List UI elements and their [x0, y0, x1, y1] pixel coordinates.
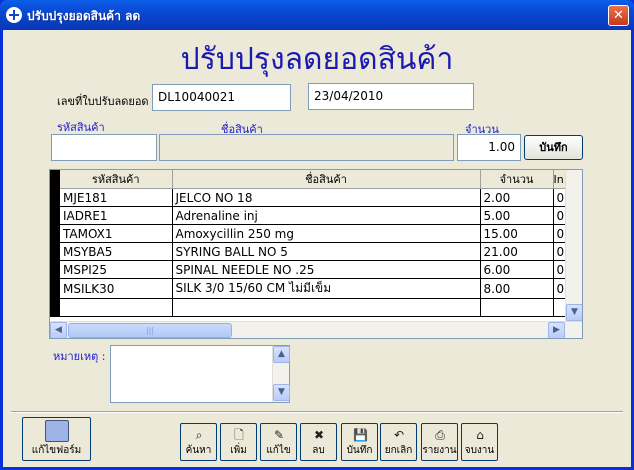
- cell-code[interactable]: IADRE1: [60, 206, 173, 225]
- header-row: รหัสสินค้า ชื่อสินค้า จำนวน In: [50, 170, 569, 189]
- toolbar-button-new-document[interactable]: 🗋 เพิ่ม: [220, 423, 257, 461]
- form-edit-icon: [45, 420, 69, 442]
- notes-label: หมายเหตุ :: [53, 350, 106, 363]
- floppy-disk-icon: 💾: [353, 428, 368, 442]
- quantity-input[interactable]: 1.00: [457, 134, 521, 161]
- toolbar-button-floppy-disk[interactable]: 💾 บันทึก: [341, 423, 378, 461]
- product-name-field: [159, 134, 454, 161]
- toolbar-button-exit-folder[interactable]: ⌂ จบงาน: [461, 423, 498, 461]
- row-selector-header: [50, 170, 60, 189]
- close-button[interactable]: ✕: [608, 5, 629, 26]
- horizontal-scrollbar[interactable]: ◀ ||| ▶: [50, 321, 582, 338]
- table-row[interactable]: IADRE1 Adrenaline inj 5.00 0: [50, 206, 569, 225]
- doc-number-field[interactable]: DL10040021: [152, 84, 291, 111]
- row-selector[interactable]: [50, 278, 60, 299]
- cell-code[interactable]: MJE181: [60, 188, 173, 207]
- toolbar-button-binoculars[interactable]: ⌕ ค้นหา: [180, 423, 217, 461]
- cell-name[interactable]: Adrenaline inj: [172, 206, 481, 225]
- product-code-input[interactable]: [51, 134, 157, 161]
- cell-qty[interactable]: 21.00: [480, 242, 554, 261]
- table-row[interactable]: MSPI25 SPINAL NEEDLE NO .25 6.00 0: [50, 260, 569, 279]
- title-bar[interactable]: ปรับปรุงยอดสินค้า ลด ✕: [0, 0, 634, 30]
- toolbar-button-undo[interactable]: ↶ ยกเลิก: [380, 423, 417, 461]
- notes-textarea[interactable]: ▲ ▼: [110, 345, 290, 403]
- cell-name[interactable]: SPINAL NEEDLE NO .25: [172, 260, 481, 279]
- col-header-code[interactable]: รหัสสินค้า: [60, 170, 173, 189]
- new-document-icon: 🗋: [234, 428, 244, 442]
- row-selector[interactable]: [50, 188, 60, 207]
- toolbar-label: บันทึก: [346, 445, 373, 456]
- table-row[interactable]: MJE181 JELCO NO 18 2.00 0: [50, 188, 569, 207]
- cell-qty[interactable]: 8.00: [480, 278, 554, 299]
- notes-scroll-down-icon[interactable]: ▼: [273, 384, 290, 401]
- cell-name[interactable]: JELCO NO 18: [172, 188, 481, 207]
- table-row[interactable]: TAMOX1 Amoxycillin 250 mg 15.00 0: [50, 224, 569, 243]
- row-selector[interactable]: [50, 242, 60, 261]
- cell-code[interactable]: MSYBA5: [60, 242, 173, 261]
- delete-icon: ✖: [313, 428, 325, 442]
- exit-folder-icon: ⌂: [476, 428, 484, 442]
- scroll-right-icon[interactable]: ▶: [548, 322, 565, 338]
- cell-code[interactable]: [60, 298, 173, 317]
- toolbar-label: ยกเลิก: [384, 445, 413, 456]
- cell-qty[interactable]: 2.00: [480, 188, 554, 207]
- toolbar-button-delete[interactable]: ✖ ลบ: [300, 423, 337, 461]
- table-row[interactable]: MSILK30 SILK 3/0 15/60 CM ไม่มีเข็ม 8.00 0: [50, 278, 569, 299]
- cell-name[interactable]: [172, 298, 481, 317]
- toolbar-button-edit[interactable]: ✎ แก้ไข: [260, 423, 297, 461]
- cell-qty[interactable]: 15.00: [480, 224, 554, 243]
- undo-icon: ↶: [393, 428, 405, 442]
- col-header-qty[interactable]: จำนวน: [480, 170, 554, 189]
- printer-icon: ⎙: [435, 428, 445, 442]
- doc-date-field[interactable]: 23/04/2010: [308, 83, 474, 110]
- save-line-button[interactable]: บันทึก: [524, 135, 583, 160]
- notes-scroll-up-icon[interactable]: ▲: [273, 346, 290, 363]
- edit-icon: ✎: [273, 428, 285, 442]
- edit-form-button[interactable]: แก้ไขฟอร์ม: [22, 417, 91, 461]
- toolbar-label: เพิ่ม: [230, 445, 247, 456]
- table-row[interactable]: MSYBA5 SYRING BALL NO 5 21.00 0: [50, 242, 569, 261]
- toolbar-label: ค้นหา: [185, 445, 212, 456]
- scroll-thumb[interactable]: |||: [68, 323, 232, 338]
- toolbar-label: ลบ: [312, 445, 325, 456]
- toolbar-label: รายงาน: [422, 445, 457, 456]
- binoculars-icon: ⌕: [195, 428, 203, 442]
- cell-qty[interactable]: [480, 298, 554, 317]
- row-selector[interactable]: [50, 224, 60, 243]
- doc-number-label: เลขที่ใบปรับลดยอด: [57, 95, 149, 108]
- row-selector[interactable]: [50, 298, 60, 317]
- separator: [11, 411, 623, 413]
- cell-qty[interactable]: 5.00: [480, 206, 554, 225]
- toolbar-label: แก้ไข: [266, 445, 291, 456]
- table-row[interactable]: [50, 298, 569, 317]
- cell-qty[interactable]: 6.00: [480, 260, 554, 279]
- col-header-name[interactable]: ชื่อสินค้า: [172, 170, 481, 189]
- scroll-left-icon[interactable]: ◀: [50, 322, 67, 338]
- notes-scrollbar[interactable]: ▲ ▼: [272, 346, 290, 402]
- toolbar-button-printer[interactable]: ⎙ รายงาน: [421, 423, 458, 461]
- row-selector[interactable]: [50, 206, 60, 225]
- scroll-down-icon[interactable]: ▼: [566, 304, 582, 321]
- form-body: ปรับปรุงลดยอดสินค้า เลขที่ใบปรับลดยอด DL…: [3, 30, 631, 467]
- items-grid[interactable]: รหัสสินค้า ชื่อสินค้า จำนวน In MJE181 JE…: [49, 169, 583, 339]
- plus-icon: [6, 7, 22, 23]
- window-title: ปรับปรุงยอดสินค้า ลด: [27, 9, 141, 23]
- page-title: ปรับปรุงลดยอดสินค้า: [180, 42, 454, 77]
- vertical-scrollbar[interactable]: ▼: [565, 170, 582, 322]
- cell-name[interactable]: SYRING BALL NO 5: [172, 242, 481, 261]
- items-table: รหัสสินค้า ชื่อสินค้า จำนวน In MJE181 JE…: [50, 170, 569, 317]
- cell-code[interactable]: MSILK30: [60, 278, 173, 299]
- row-selector[interactable]: [50, 260, 60, 279]
- cell-name[interactable]: SILK 3/0 15/60 CM ไม่มีเข็ม: [172, 278, 481, 299]
- cell-name[interactable]: Amoxycillin 250 mg: [172, 224, 481, 243]
- toolbar-label: จบงาน: [464, 445, 495, 456]
- app-window: ปรับปรุงยอดสินค้า ลด ✕ ปรับปรุงลดยอดสินค…: [0, 0, 634, 470]
- cell-code[interactable]: TAMOX1: [60, 224, 173, 243]
- cell-code[interactable]: MSPI25: [60, 260, 173, 279]
- edit-form-label: แก้ไขฟอร์ม: [31, 445, 82, 456]
